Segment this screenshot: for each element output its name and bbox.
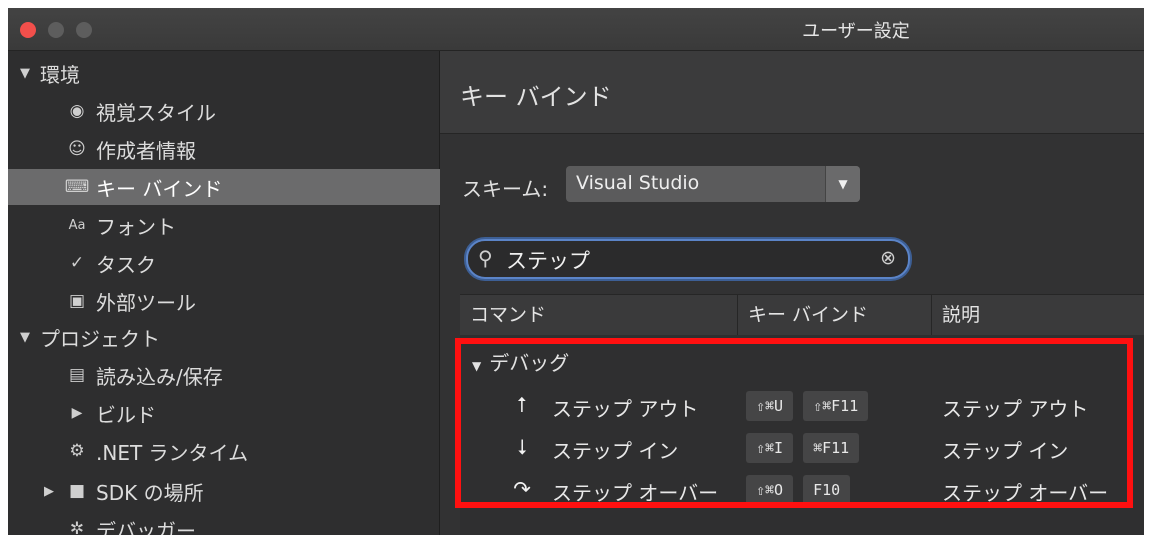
- key-binding-cell: ⇧⌘U ⇧⌘F11: [746, 391, 869, 421]
- sidebar-item-label: フォント: [96, 214, 176, 239]
- sidebar-item-author-info[interactable]: ☺ 作成者情報: [8, 131, 495, 167]
- terminal-icon: ▣: [68, 291, 86, 311]
- key-binding: ⇧⌘U: [746, 391, 794, 421]
- chevron-down-icon[interactable]: ▼: [825, 166, 860, 202]
- table-body: ▼ デバッグ ⭡ ステップ アウト ⇧⌘U ⇧⌘F11 ステップ アウト ⭣ ステ…: [460, 335, 1144, 535]
- sidebar-item-label: SDK の場所: [96, 480, 204, 505]
- command-description: ステップ アウト: [942, 397, 1089, 421]
- sidebar-group-projects[interactable]: ▼ プロジェクト: [8, 319, 451, 355]
- sidebar-item-external-tools[interactable]: ▣ 外部ツール: [8, 283, 495, 319]
- table-row[interactable]: ⭡ ステップ アウト ⇧⌘U ⇧⌘F11 ステップ アウト: [460, 387, 1144, 427]
- sidebar-item-net-runtime[interactable]: ⚙ .NET ランタイム: [8, 433, 495, 469]
- sidebar-item-label: キー バインド: [96, 176, 223, 201]
- command-description: ステップ オーバー: [942, 481, 1109, 505]
- command-name: ステップ アウト: [552, 397, 699, 421]
- sidebar-item-debugger[interactable]: ✲ デバッガー: [8, 511, 495, 535]
- group-row-debug[interactable]: ▼ デバッグ: [472, 347, 569, 376]
- disk-icon: ▤: [68, 365, 86, 385]
- sidebar-item-label: 環境: [40, 62, 80, 87]
- sidebar-item-label: 読み込み/保存: [96, 364, 223, 389]
- sidebar-item-build[interactable]: ▶ ビルド: [8, 395, 495, 431]
- sidebar-item-load-save[interactable]: ▤ 読み込み/保存: [8, 357, 495, 393]
- preferences-window: ユーザー設定 ▼ 環境 ◉ 視覚スタイル ☺ 作成者情報 ⌨ キー バインド A…: [8, 8, 1144, 535]
- triangle-down-icon: ▼: [20, 329, 30, 345]
- key-binding: ⇧⌘F11: [803, 391, 869, 421]
- sidebar-item-sdk-locations[interactable]: ▶ ■ SDK の場所: [8, 473, 475, 509]
- window-title: ユーザー設定: [802, 21, 910, 42]
- sidebar-item-label: 視覚スタイル: [96, 100, 216, 125]
- sidebar-item-fonts[interactable]: Aa フォント: [8, 207, 495, 243]
- scheme-dropdown-value: Visual Studio: [576, 172, 700, 194]
- gear-icon: ⚙: [69, 441, 85, 461]
- main-panel: キー バインド スキーム: Visual Studio ▼ ⚲ ⊗ コマンド キ…: [440, 51, 1144, 535]
- step-out-icon: ⭡: [517, 393, 527, 417]
- column-header-command[interactable]: コマンド: [460, 295, 738, 335]
- scheme-label: スキーム:: [462, 177, 549, 201]
- sidebar-item-label: デバッガー: [96, 518, 196, 535]
- column-header-key-binding[interactable]: キー バインド: [738, 295, 932, 335]
- triangle-down-icon: ▼: [20, 65, 30, 81]
- search-icon: ⚲: [478, 246, 493, 270]
- search-input[interactable]: [504, 244, 868, 276]
- sidebar-item-label: .NET ランタイム: [96, 440, 249, 465]
- sidebar: ▼ 環境 ◉ 視覚スタイル ☺ 作成者情報 ⌨ キー バインド Aa フォント …: [8, 51, 495, 535]
- check-icon: ✓: [69, 253, 85, 273]
- table-row[interactable]: ⭣ ステップ イン ⇧⌘I ⌘F11 ステップ イン: [460, 429, 1144, 469]
- sidebar-item-visual-style[interactable]: ◉ 視覚スタイル: [8, 93, 495, 129]
- group-label: デバッグ: [489, 351, 570, 375]
- page-title: キー バインド: [460, 83, 612, 111]
- command-name: ステップ オーバー: [552, 481, 719, 505]
- key-binding: ⇧⌘I: [746, 433, 794, 463]
- step-into-icon: ⭣: [517, 435, 527, 459]
- folder-icon: ■: [68, 481, 86, 501]
- sidebar-item-label: ビルド: [96, 402, 156, 427]
- key-binding-cell: ⇧⌘O F10: [746, 475, 851, 505]
- eye-icon: ◉: [69, 101, 85, 121]
- sidebar-group-environment[interactable]: ▼ 環境: [8, 55, 451, 91]
- sidebar-item-label: 作成者情報: [96, 138, 196, 163]
- smiley-icon: ☺: [68, 139, 86, 159]
- sidebar-item-key-bindings[interactable]: ⌨ キー バインド: [8, 169, 495, 205]
- step-over-icon: ↷: [513, 477, 531, 501]
- column-header-description[interactable]: 説明: [932, 295, 1144, 335]
- font-icon: Aa: [68, 217, 86, 233]
- keyboard-icon: ⌨: [64, 177, 90, 197]
- sidebar-item-label: タスク: [96, 252, 156, 277]
- bug-icon: ✲: [69, 519, 85, 535]
- sidebar-item-label: プロジェクト: [40, 326, 160, 351]
- table-row[interactable]: ↷ ステップ オーバー ⇧⌘O F10 ステップ オーバー: [460, 471, 1144, 511]
- build-icon: ▶: [71, 405, 83, 421]
- triangle-down-icon[interactable]: ▼: [472, 359, 481, 373]
- titlebar: ユーザー設定: [8, 8, 1144, 51]
- key-binding: ⇧⌘O: [746, 475, 794, 505]
- command-name: ステップ イン: [552, 439, 679, 463]
- table-header: コマンド キー バインド 説明: [460, 294, 1144, 336]
- key-binding-cell: ⇧⌘I ⌘F11: [746, 433, 860, 463]
- main-header: キー バインド: [440, 51, 1144, 134]
- key-binding: F10: [803, 475, 851, 505]
- sidebar-item-label: 外部ツール: [96, 290, 196, 315]
- key-binding: ⌘F11: [803, 433, 860, 463]
- command-description: ステップ イン: [942, 439, 1069, 463]
- clear-search-icon[interactable]: ⊗: [880, 247, 896, 269]
- search-field[interactable]: ⚲ ⊗: [466, 239, 910, 279]
- scheme-dropdown[interactable]: Visual Studio ▼: [566, 166, 860, 202]
- triangle-right-icon[interactable]: ▶: [44, 484, 64, 499]
- sidebar-item-tasks[interactable]: ✓ タスク: [8, 245, 495, 281]
